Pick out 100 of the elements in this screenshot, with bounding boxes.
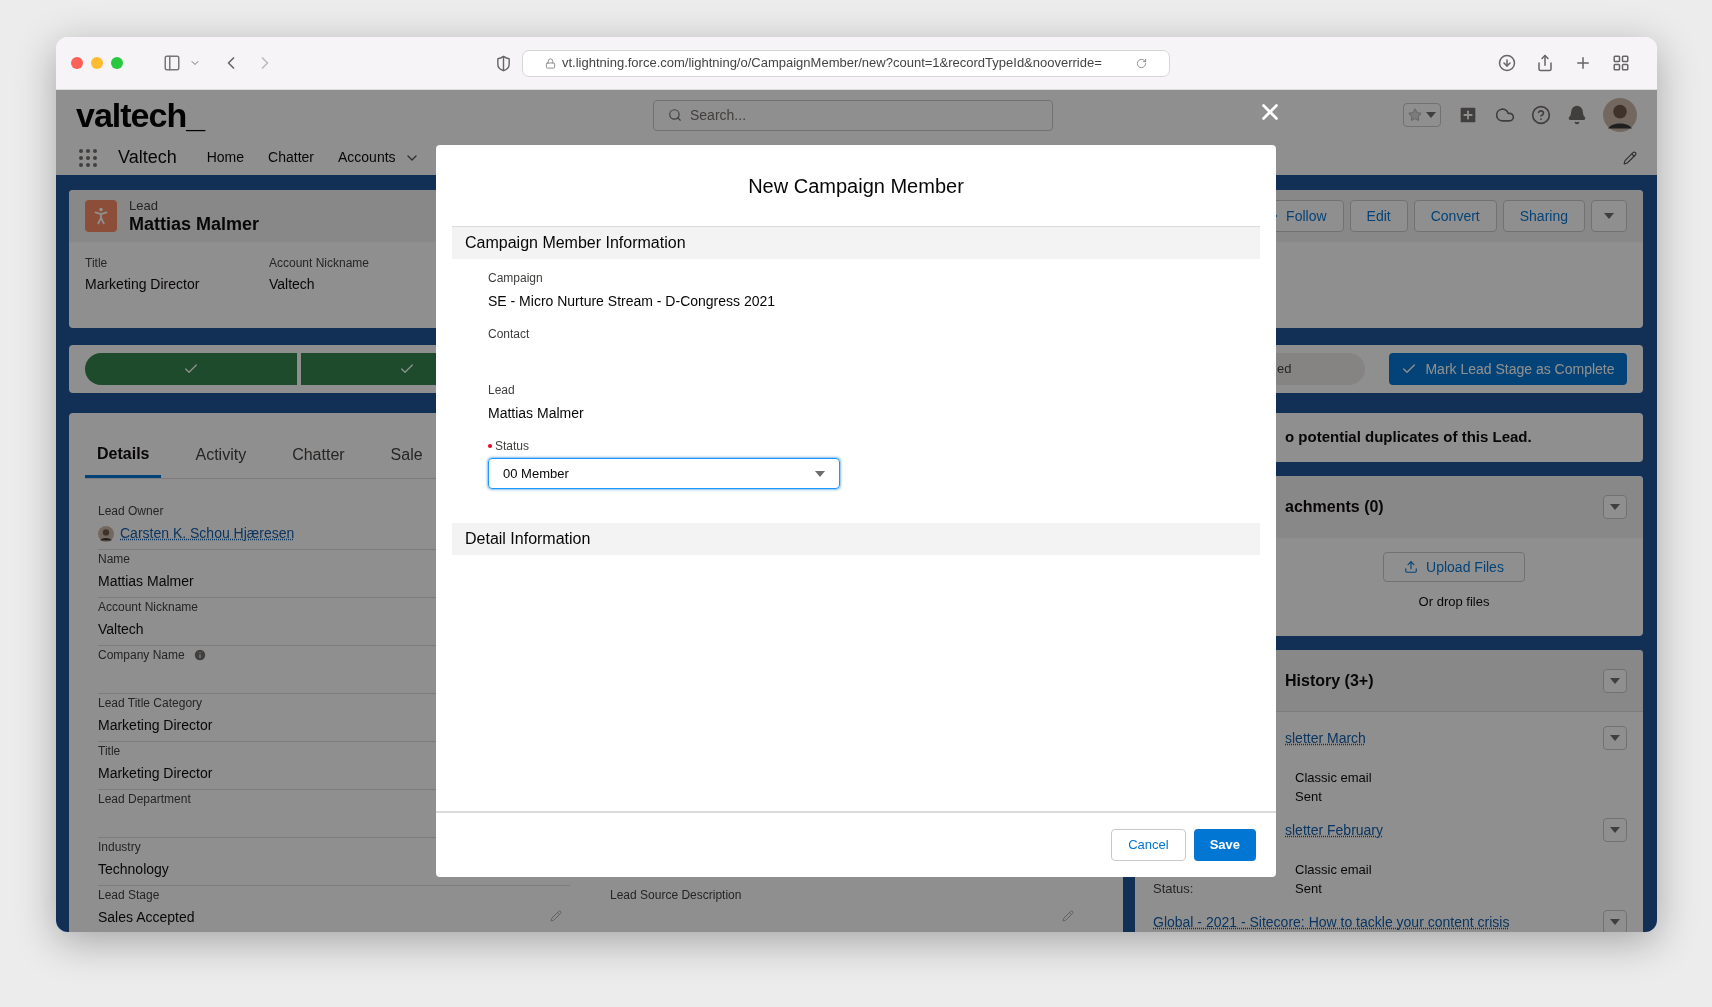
caret-icon <box>1604 213 1614 219</box>
share-icon[interactable] <box>1536 54 1554 72</box>
nav-item[interactable]: Accounts <box>338 147 396 168</box>
add-icon[interactable] <box>1457 104 1479 126</box>
field-value: Marketing Director <box>98 716 213 735</box>
field-label: Lead Source Description <box>610 887 742 904</box>
lead-icon <box>85 200 117 232</box>
highlight-value: Marketing Director <box>85 275 201 294</box>
history-value: Sent <box>1295 879 1322 898</box>
field-label: Name <box>98 551 130 568</box>
edit-icon[interactable] <box>550 910 562 922</box>
cancel-button[interactable]: Cancel <box>1111 829 1186 861</box>
avatar-icon <box>98 525 114 542</box>
highlight-label: Title <box>85 255 109 272</box>
record-type: Lead <box>129 197 159 213</box>
field-value: SE - Micro Nurture Stream - D-Congress 2021 <box>488 292 777 311</box>
path-stage-label[interactable]: ed <box>1277 359 1292 379</box>
action-button[interactable]: Sharing <box>1502 200 1585 232</box>
app-name: Valtech <box>118 146 177 169</box>
sidebar-icon[interactable] <box>163 54 181 72</box>
card-title: History (3+) <box>1285 670 1374 691</box>
section-header: Campaign Member Information <box>452 227 1260 259</box>
action-button[interactable]: Edit <box>1349 200 1408 232</box>
tab[interactable]: Details <box>85 432 162 478</box>
url-text: vt.lightning.force.com/lightning/o/CampaignMember/new?count=1&recordTypeId&nooverride= <box>562 54 1102 73</box>
caret-icon <box>1426 112 1436 118</box>
field-label: Lead Department <box>98 791 191 808</box>
item-menu-button[interactable] <box>1603 818 1627 842</box>
tab[interactable]: Sale <box>378 432 435 478</box>
cloud-icon[interactable] <box>1495 105 1515 125</box>
more-actions-button[interactable] <box>1591 200 1627 232</box>
history-value: Classic email <box>1295 860 1372 879</box>
edit-icon[interactable] <box>1623 150 1637 165</box>
address-bar[interactable]: vt.lightning.force.com/lightning/o/CampaignMember/new?count=1&recordTypeId&nooverride= <box>522 49 1170 77</box>
field-label: Company Name <box>98 647 185 664</box>
help-icon[interactable] <box>1531 105 1551 125</box>
nav-item[interactable]: Home <box>206 147 245 168</box>
field-label: Status <box>495 438 530 455</box>
caret-icon <box>1610 827 1620 833</box>
avatar-icon <box>1603 98 1637 132</box>
campaign-link[interactable]: sletter March <box>1285 727 1366 749</box>
field-value: Sales Accepted <box>98 908 195 927</box>
campaign-link[interactable]: Global - 2021 - Sitecore: How to tackle your content crisis <box>1153 911 1510 932</box>
caret-icon <box>1610 504 1620 510</box>
field-label: Campaign <box>488 270 543 287</box>
upload-files-button[interactable]: Upload Files <box>1383 552 1525 582</box>
field-label: Lead Owner <box>98 503 164 520</box>
field-value: Marketing Director <box>98 764 213 783</box>
field-value: Technology <box>98 860 169 879</box>
modal-title: New Campaign Member <box>748 173 964 199</box>
caret-icon <box>1610 677 1620 684</box>
info-icon[interactable] <box>192 648 207 662</box>
search-field[interactable]: Search... <box>653 99 1053 131</box>
record-name: Mattias Malmer <box>129 212 260 235</box>
field-label: Lead Stage <box>98 887 160 904</box>
edit-icon[interactable] <box>1062 910 1074 922</box>
download-icon[interactable] <box>1498 54 1516 72</box>
highlight-value: Valtech <box>269 275 316 294</box>
tab-overview-icon[interactable] <box>1612 54 1630 72</box>
zoom-window-icon[interactable] <box>111 57 123 69</box>
mark-complete-button[interactable]: Mark Lead Stage as Complete <box>1389 353 1627 385</box>
tab[interactable]: Chatter <box>280 432 357 478</box>
caret-icon <box>815 470 825 477</box>
duplicates-text: o potential duplicates of this Lead. <box>1285 427 1532 448</box>
campaign-link[interactable]: sletter February <box>1285 819 1384 841</box>
save-button[interactable]: Save <box>1193 829 1256 861</box>
field-label: Title <box>98 743 121 760</box>
nav-item[interactable]: Chatter <box>268 147 314 168</box>
field-value: Mattias Malmer <box>488 404 585 423</box>
field-label: Lead <box>488 382 515 399</box>
action-button[interactable]: Convert <box>1413 200 1497 232</box>
card-menu-button[interactable] <box>1603 668 1627 693</box>
card-title: achments (0) <box>1285 497 1384 517</box>
status-select[interactable]: 00 Member <box>488 458 840 489</box>
highlight-label: Account Nickname <box>269 255 371 272</box>
field-value: Mattias Malmer <box>98 572 194 591</box>
search-icon <box>668 108 682 122</box>
star-icon <box>1408 108 1422 122</box>
item-menu-button[interactable] <box>1603 910 1627 932</box>
caret-icon <box>1610 919 1620 925</box>
close-window-icon[interactable] <box>71 57 83 69</box>
lock-icon <box>545 57 556 69</box>
owner-link[interactable]: Carsten K. Schou Hjæresen <box>120 523 295 544</box>
tab[interactable]: Activity <box>183 432 259 478</box>
shield-icon[interactable] <box>495 54 512 72</box>
new-tab-icon[interactable] <box>1574 54 1592 72</box>
field-label: Industry <box>98 839 141 856</box>
history-value: Sent <box>1295 787 1322 806</box>
card-menu-button[interactable] <box>1603 495 1627 519</box>
history-value: Classic email <box>1295 768 1372 787</box>
field-label: Lead Title Category <box>98 695 203 712</box>
notifications-icon[interactable] <box>1567 105 1587 125</box>
search-placeholder: Search... <box>690 105 747 125</box>
upload-icon <box>1404 560 1419 574</box>
favorites-button[interactable] <box>1403 103 1441 127</box>
field-value: Valtech <box>98 620 144 639</box>
reload-icon[interactable] <box>1136 57 1147 69</box>
item-menu-button[interactable] <box>1603 726 1627 750</box>
caret-icon <box>1610 735 1620 741</box>
history-label: Status: <box>1153 879 1195 898</box>
